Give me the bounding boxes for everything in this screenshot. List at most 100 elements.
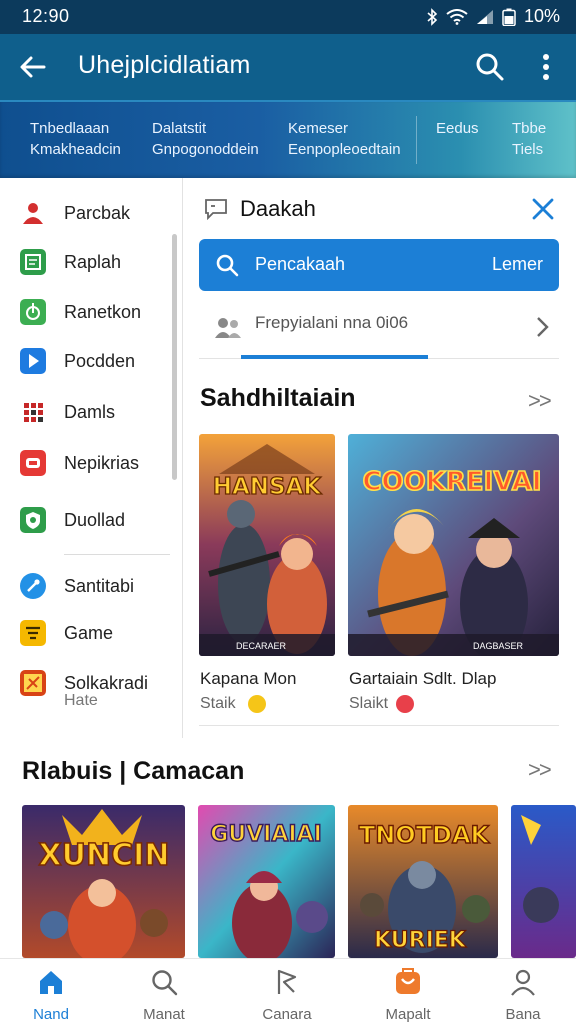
sidebar-item-label: Pocdden bbox=[64, 350, 136, 371]
search-icon bbox=[216, 254, 239, 277]
game-art-badge: DECARAER bbox=[236, 641, 287, 651]
tab-4[interactable]: Eedus bbox=[436, 118, 479, 139]
pending-download-text: Frepyialani nna 0i06 bbox=[255, 313, 409, 332]
section-title: Rlabuis | Camacan bbox=[22, 757, 245, 785]
search-submit-button[interactable]: Lemer bbox=[492, 254, 543, 275]
tab-4-line2: Eedus bbox=[436, 120, 479, 137]
tab-1[interactable]: Tnbedlaaan Kmakheadcin bbox=[30, 118, 121, 160]
game-card-subtitle: Slaikt bbox=[349, 695, 389, 712]
sidebar-item-label: Nepikrias bbox=[64, 452, 140, 473]
flag-icon bbox=[277, 969, 297, 994]
sidebar-item-label: Ranetkon bbox=[64, 301, 142, 322]
nav-label: Nand bbox=[33, 1006, 69, 1023]
nav-label: Bana bbox=[505, 1006, 541, 1023]
nav-label: Canara bbox=[262, 1006, 312, 1023]
nav-home[interactable]: Nand bbox=[6, 965, 96, 1023]
status-bar: 12:90 10% bbox=[0, 0, 576, 34]
wifi-icon bbox=[446, 8, 468, 25]
sidebar-item-santitabi[interactable]: Santitabi bbox=[20, 573, 134, 599]
app-title: Uhejplcidlatiam bbox=[78, 51, 251, 79]
sidebar-item-label: Santitabi bbox=[64, 575, 135, 596]
game-art-badge: DAGBASER bbox=[473, 641, 524, 651]
sidebar-scrollbar[interactable] bbox=[172, 234, 177, 480]
sidebar-item-damls[interactable]: Damls bbox=[20, 399, 115, 425]
sidebar-item-label: Raplah bbox=[64, 251, 122, 272]
game-card-art[interactable]: XUNCIN bbox=[22, 805, 185, 958]
shield-icon bbox=[20, 507, 46, 533]
panel-title: Daakah bbox=[240, 196, 316, 221]
sidebar-item-duollad[interactable]: Duollad bbox=[20, 507, 125, 533]
app-bar: Uhejplcidlatiam bbox=[0, 34, 576, 100]
tab-3-line1: Kemeser bbox=[288, 120, 349, 137]
tab-1-line2: Kmakheadcin bbox=[30, 141, 121, 158]
home-icon bbox=[40, 971, 62, 994]
sidebar-item-parcbak[interactable]: Parcbak bbox=[20, 200, 130, 226]
sidebar-item-game[interactable]: Game bbox=[20, 620, 113, 646]
pending-download-row[interactable]: Frepyialani nna 0i06 bbox=[199, 296, 559, 359]
category-tabs: Tnbedlaaan Kmakheadcin Dalatstit Gnpogon… bbox=[0, 100, 576, 178]
section-more-button[interactable]: >> bbox=[528, 757, 552, 783]
sidebar-item-nepikrias[interactable]: Nepikrias bbox=[20, 450, 139, 476]
nav-flag[interactable]: Canara bbox=[242, 965, 332, 1023]
nav-search[interactable]: Manat bbox=[119, 965, 209, 1023]
tab-2[interactable]: Dalatstit Gnpogonoddein bbox=[152, 118, 259, 160]
game-card-art[interactable]: GUVIAIAI bbox=[198, 805, 335, 958]
sidebar-item-label: Solkakradi bbox=[64, 672, 149, 693]
tab-3-line2: Eenpopleoedtain bbox=[288, 141, 401, 158]
game-art-title: GUVIAIAI bbox=[210, 822, 322, 847]
game-card-art[interactable]: HANSAK DECARAER bbox=[199, 434, 335, 656]
bluetooth-icon bbox=[427, 7, 438, 26]
bottom-navigation: Nand Manat Canara Mapalt Bana bbox=[0, 958, 576, 1025]
game-card-art[interactable] bbox=[511, 805, 576, 958]
game-card-subtitle: Staik bbox=[200, 695, 236, 712]
close-icon[interactable] bbox=[530, 196, 556, 222]
compass-icon bbox=[20, 573, 46, 599]
tab-1-line1: Tnbedlaaan bbox=[30, 120, 110, 137]
game-icon bbox=[20, 620, 46, 646]
nav-profile[interactable]: Bana bbox=[478, 965, 568, 1023]
tab-3[interactable]: Kemeser Eenpopleoedtain bbox=[288, 118, 401, 160]
document-icon bbox=[20, 249, 46, 275]
sidebar-item-label: Parcbak bbox=[64, 202, 131, 223]
chevron-right-icon bbox=[537, 317, 549, 337]
sidebar-item-sublabel: Hate bbox=[64, 692, 98, 709]
sidebar-divider bbox=[64, 554, 170, 555]
section-divider bbox=[199, 725, 559, 726]
emoji-icon bbox=[396, 695, 414, 713]
person-icon bbox=[20, 200, 46, 226]
game-art-title: HANSAK bbox=[213, 474, 323, 500]
tab-divider bbox=[416, 116, 417, 164]
leaf-icon bbox=[20, 299, 46, 325]
battery-icon bbox=[502, 8, 516, 26]
battery-level: 10% bbox=[523, 6, 560, 26]
game-card-title[interactable]: Gartaiain Sdlt. Dlap bbox=[349, 669, 496, 689]
game-art-title: XUNCIN bbox=[39, 838, 170, 873]
game-card-title[interactable]: Kapana Mon bbox=[200, 669, 296, 689]
sidebar-item-raplah[interactable]: Raplah bbox=[20, 249, 121, 275]
search-bar[interactable]: Pencakaah Lemer bbox=[199, 239, 559, 291]
tab-5-line2: Tiels bbox=[512, 141, 544, 158]
download-progress-bar bbox=[241, 355, 428, 359]
search-input[interactable]: Pencakaah bbox=[255, 254, 345, 275]
store-icon bbox=[396, 968, 420, 994]
game-card-art[interactable]: COOKREIVAI DAGBASER bbox=[348, 434, 559, 656]
game-art-title: TNOTDAK bbox=[359, 821, 491, 849]
tab-5[interactable]: Tbbe Tiels bbox=[512, 118, 546, 160]
back-arrow-icon[interactable] bbox=[16, 50, 50, 84]
more-options-icon[interactable] bbox=[534, 51, 558, 83]
youtube-icon bbox=[20, 450, 46, 476]
signal-icon bbox=[476, 9, 493, 24]
tab-2-line2: Gnpogonoddein bbox=[152, 141, 259, 158]
sidebar-item-label: Game bbox=[64, 622, 114, 643]
search-icon[interactable] bbox=[474, 51, 506, 83]
sidebar-item-pocdden[interactable]: Pocdden bbox=[20, 348, 135, 374]
tab-5-line1: Tbbe bbox=[512, 120, 547, 137]
sidebar-item-label: Damls bbox=[64, 401, 116, 422]
nav-store[interactable]: Mapalt bbox=[363, 965, 453, 1023]
grid-icon bbox=[20, 399, 46, 425]
section-more-button[interactable]: >> bbox=[528, 388, 552, 414]
chat-icon bbox=[205, 199, 227, 220]
tag-icon bbox=[20, 670, 46, 696]
sidebar-item-ranetkon[interactable]: Ranetkon bbox=[20, 299, 141, 325]
game-card-art[interactable]: TNOTDAK KURIEK bbox=[348, 805, 498, 958]
